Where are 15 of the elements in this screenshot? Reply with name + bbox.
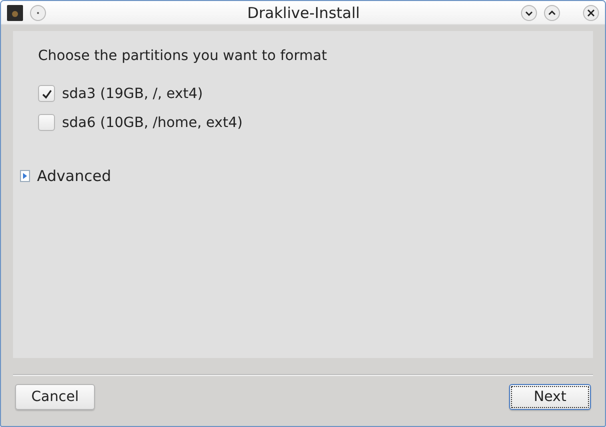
maximize-button[interactable]	[544, 4, 560, 20]
app-icon	[7, 4, 23, 20]
checkbox-label: sda3 (19GB, /, ext4)	[62, 86, 203, 102]
dialog-button[interactable]: Next	[509, 384, 591, 410]
dialog-button[interactable]: Cancel	[15, 384, 95, 410]
advanced-expander[interactable]: Advanced	[20, 167, 112, 185]
checkbox[interactable]	[38, 85, 55, 102]
close-button[interactable]	[583, 4, 599, 20]
expander-arrow-icon	[20, 170, 30, 182]
minimize-button[interactable]	[521, 4, 537, 20]
heading-text: Choose the partitions you want to format	[38, 48, 328, 64]
checkbox[interactable]	[38, 114, 55, 131]
window-title: Draklive-Install	[246, 4, 361, 22]
checkbox-label: sda6 (10GB, /home, ext4)	[62, 114, 243, 130]
check-icon	[40, 88, 52, 100]
